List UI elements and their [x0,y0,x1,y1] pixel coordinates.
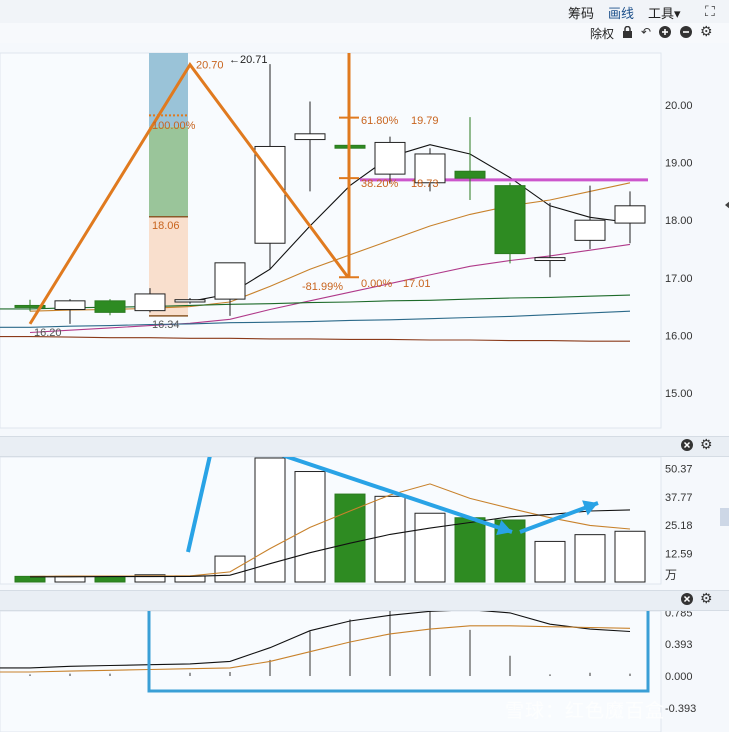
price-tick-label: 18.00 [665,215,693,227]
candle-body [494,185,526,255]
max-price-label: ←20.71 [229,54,268,66]
fib-382-price-label: 18.73 [411,178,439,190]
volume-tick-label: 50.37 [665,463,693,475]
macd-tick-label: 0.393 [665,639,693,651]
volume-bar [294,471,326,583]
close-panel-icon[interactable] [681,593,693,608]
fib-low-pct-label: -81.99% [302,281,343,293]
gear-icon[interactable]: ⚙ [700,437,713,451]
fib-high-label: 19.79 [411,115,439,127]
fib-zone-green [149,126,188,217]
stock-chart[interactable]: 20.00 19.00 18.00 17.00 16.00 15.00 50.37 37.7… [0,43,729,732]
volume-bar [214,555,246,583]
price-tick-label: 16.00 [665,330,693,342]
chart-toolbar: 除权 ↶ ⚙ [0,23,729,43]
lock-icon[interactable] [622,25,633,41]
macd-panel-header: ⚙ [0,590,729,611]
candle-body [294,133,326,141]
volume-bar [414,512,446,583]
gear-icon[interactable]: ⚙ [700,24,713,38]
volume-tick-label: 12.59 [665,549,693,561]
swing-low-label: 16.20 [34,327,62,339]
scroll-handle [720,508,729,526]
volume-bar [534,540,566,583]
close-panel-icon[interactable] [681,439,693,454]
top-toolbar: 筹码 画线 工具▾ ⛶ [0,0,729,24]
candle-body [214,262,246,300]
fib-mid-label: 18.06 [152,220,180,232]
macd-tick-label: -0.393 [665,703,696,715]
price-tick-label: 20.00 [665,100,693,112]
undo-icon[interactable]: ↶ [641,25,651,39]
candle-body [374,141,406,175]
adjust-label[interactable]: 除权 [590,25,614,42]
price-tick-label: 19.00 [665,158,693,170]
candle-body [254,145,286,244]
candle-body [134,293,166,312]
candle-body [94,300,126,313]
swing-high-label: 20.70 [196,60,224,72]
watermark-text: 雪球：红色魔百盒 [505,701,666,722]
volume-bar [454,517,486,583]
price-pointer-marker [725,201,729,209]
candle-body [574,219,606,241]
tab-tools[interactable]: 工具▾ [648,3,681,22]
volume-unit-label: 万 [665,568,678,582]
volume-tick-label: 25.18 [665,520,693,532]
fib-zero-label: 0.00% [361,278,392,290]
gear-icon[interactable]: ⚙ [700,591,713,605]
fib-618-label: 61.80% [361,115,399,127]
zoom-in-icon[interactable] [659,26,671,41]
price-panel [0,52,662,429]
expand-icon[interactable]: ⛶ [705,4,715,18]
candle-body [454,170,486,179]
volume-bar [614,530,646,583]
volume-panel-header: ⚙ [0,436,729,457]
volume-bar [374,495,406,583]
price-tick-label: 17.00 [665,273,693,285]
zoom-out-icon[interactable] [680,26,692,41]
candle-body [54,300,86,310]
fib-low-price-label: 17.01 [403,278,431,290]
fib-bottom-label: 16.34 [152,319,180,331]
tab-drawing[interactable]: 画线 [608,3,634,22]
candle-body [614,205,646,224]
price-tick-label: 15.00 [665,388,693,400]
macd-tick-label: 0.000 [665,671,693,683]
candle-body [174,299,206,303]
candle-body [534,257,566,262]
volume-bar [574,534,606,583]
fib-100-label: 100.00% [152,120,196,132]
volume-bar [94,575,126,583]
fib-382-label: 38.20% [361,178,399,190]
tab-chips[interactable]: 筹码 [568,3,594,22]
volume-tick-label: 37.77 [665,492,693,504]
